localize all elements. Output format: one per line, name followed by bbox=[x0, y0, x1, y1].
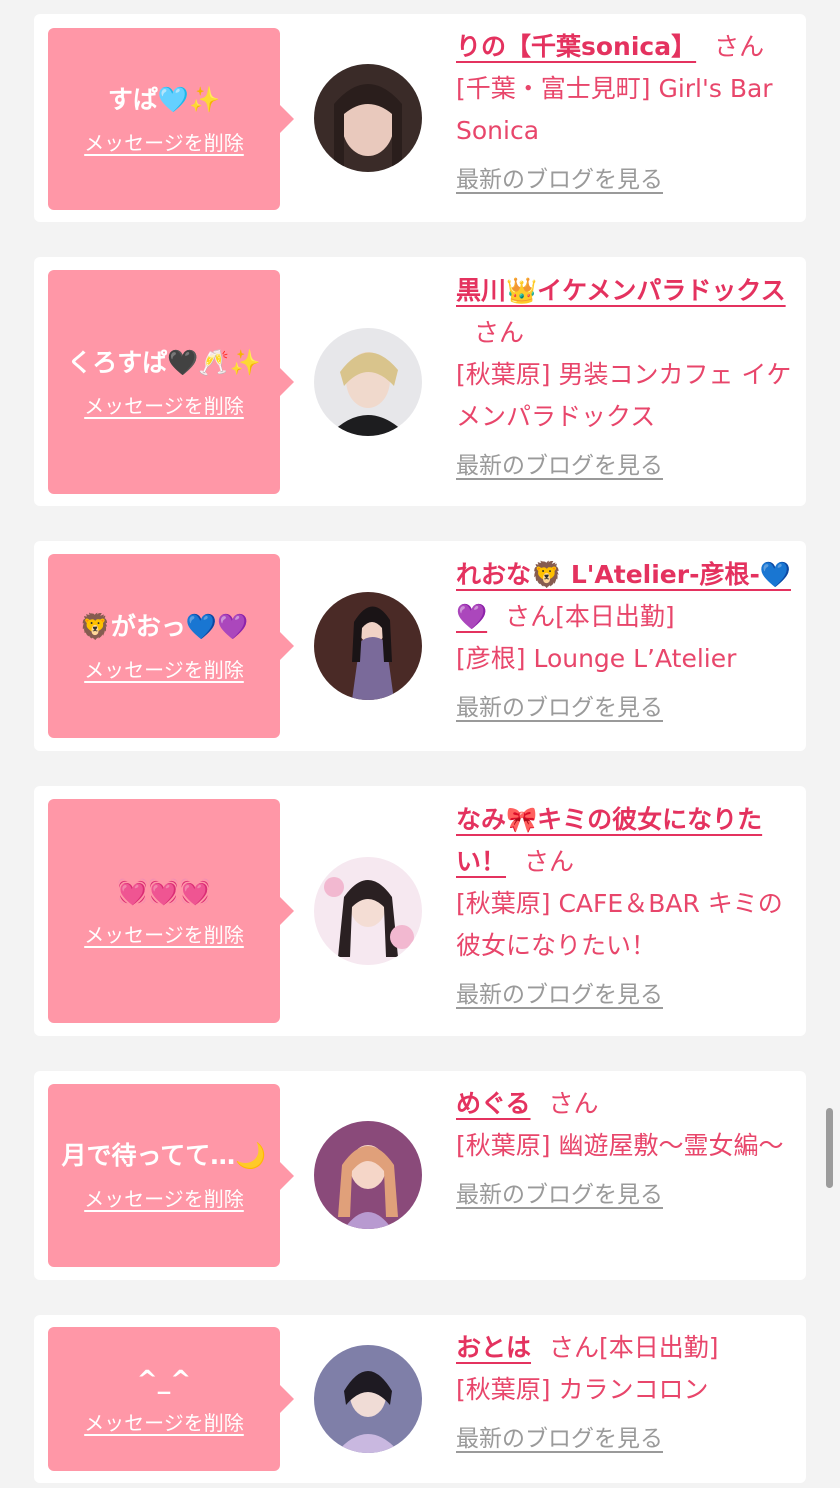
message-text: 月で待ってて…🌙 bbox=[61, 1141, 267, 1170]
status-badge: [本日出勤] bbox=[599, 1333, 719, 1362]
honorific: さん bbox=[548, 1089, 599, 1118]
name-line: 黒川👑イケメンパラドックスさん bbox=[456, 270, 794, 354]
shop-info: [秋葉原] CAFE＆BAR キミの彼女になりたい！ bbox=[456, 889, 783, 960]
blog-link[interactable]: 最新のブログを見る bbox=[456, 160, 663, 194]
cast-name-link[interactable]: 黒川👑イケメンパラドックス bbox=[456, 276, 786, 305]
message-bubble: くろすぱ🖤🥂✨ メッセージを削除 bbox=[48, 270, 294, 494]
avatar[interactable] bbox=[314, 328, 422, 436]
favorites-list: すぱ🩵✨ メッセージを削除 りの【千葉sonica】 さん [千葉・富士見町] G… bbox=[0, 0, 840, 1488]
favorite-card: すぱ🩵✨ メッセージを削除 りの【千葉sonica】 さん [千葉・富士見町] G… bbox=[34, 14, 806, 222]
scrollbar-thumb[interactable] bbox=[826, 1108, 833, 1188]
blog-link[interactable]: 最新のブログを見る bbox=[456, 688, 663, 722]
avatar[interactable] bbox=[314, 64, 422, 172]
cast-info: れおな🦁 L'Atelier-彦根-💙💜 さん[本日出勤] [彦根] Lounge… bbox=[456, 554, 794, 722]
cast-info: めぐる さん [秋葉原] 幽遊屋敷〜霊女編〜 最新のブログを見る bbox=[456, 1083, 794, 1209]
message-bubble: 月で待ってて…🌙 メッセージを削除 bbox=[48, 1084, 294, 1267]
name-line: なみ🎀キミの彼女になりたい！ さん bbox=[456, 799, 794, 883]
shop-info: [秋葉原] カランコロン bbox=[456, 1375, 709, 1404]
avatar[interactable] bbox=[314, 592, 422, 700]
avatar[interactable] bbox=[314, 1121, 422, 1229]
cast-info: なみ🎀キミの彼女になりたい！ さん [秋葉原] CAFE＆BAR キミの彼女になり… bbox=[456, 799, 794, 1009]
delete-message-link[interactable]: メッセージを削除 bbox=[84, 390, 244, 419]
delete-message-link[interactable]: メッセージを削除 bbox=[84, 127, 244, 156]
cast-info: りの【千葉sonica】 さん [千葉・富士見町] Girl's Bar Soni… bbox=[456, 26, 794, 194]
blog-link[interactable]: 最新のブログを見る bbox=[456, 1419, 663, 1453]
cast-info: 黒川👑イケメンパラドックスさん [秋葉原] 男装コンカフェ イケメンパラドックス… bbox=[456, 270, 794, 480]
message-text: ^_^ bbox=[136, 1364, 192, 1394]
shop-info: [彦根] Lounge L’Atelier bbox=[456, 644, 737, 673]
message-text: すぱ🩵✨ bbox=[107, 84, 221, 114]
status-badge: [本日出勤] bbox=[555, 602, 675, 631]
delete-message-link[interactable]: メッセージを削除 bbox=[84, 1183, 244, 1212]
favorite-card: 💓💓💓 メッセージを削除 なみ🎀キミの彼女になりたい！ さん [秋葉原] CAFE… bbox=[34, 786, 806, 1036]
message-bubble: 💓💓💓 メッセージを削除 bbox=[48, 799, 294, 1023]
honorific: さん bbox=[505, 602, 556, 631]
shop-info: [千葉・富士見町] Girl's Bar Sonica bbox=[456, 74, 773, 145]
blog-link[interactable]: 最新のブログを見る bbox=[456, 1175, 663, 1209]
cast-name-link[interactable]: りの【千葉sonica】 bbox=[456, 32, 696, 61]
avatar[interactable] bbox=[314, 1345, 422, 1453]
favorite-card: 月で待ってて…🌙 メッセージを削除 めぐる さん [秋葉原] 幽遊屋敷〜霊女編〜 … bbox=[34, 1071, 806, 1280]
message-text: 🦁がおっ💙💜 bbox=[79, 611, 249, 641]
favorite-card: くろすぱ🖤🥂✨ メッセージを削除 黒川👑イケメンパラドックスさん [秋葉原] 男… bbox=[34, 257, 806, 506]
message-bubble: ^_^ メッセージを削除 bbox=[48, 1327, 294, 1471]
shop-info: [秋葉原] 幽遊屋敷〜霊女編〜 bbox=[456, 1131, 784, 1160]
name-line: おとは さん[本日出勤] bbox=[456, 1327, 794, 1369]
cast-name-link[interactable]: おとは bbox=[456, 1333, 531, 1362]
shop-info: [秋葉原] 男装コンカフェ イケメンパラドックス bbox=[456, 360, 792, 431]
favorite-card: 🦁がおっ💙💜 メッセージを削除 れおな🦁 L'Atelier-彦根-💙💜 さん[本… bbox=[34, 541, 806, 751]
blog-link[interactable]: 最新のブログを見る bbox=[456, 446, 663, 480]
message-bubble: すぱ🩵✨ メッセージを削除 bbox=[48, 28, 294, 210]
delete-message-link[interactable]: メッセージを削除 bbox=[84, 654, 244, 683]
honorific: さん bbox=[474, 318, 525, 347]
cast-info: おとは さん[本日出勤] [秋葉原] カランコロン 最新のブログを見る bbox=[456, 1327, 794, 1453]
message-text: くろすぱ🖤🥂✨ bbox=[67, 347, 261, 377]
delete-message-link[interactable]: メッセージを削除 bbox=[84, 919, 244, 948]
message-text: 💓💓💓 bbox=[117, 876, 211, 906]
name-line: めぐる さん bbox=[456, 1083, 794, 1125]
honorific: さん bbox=[524, 847, 575, 876]
blog-link[interactable]: 最新のブログを見る bbox=[456, 975, 663, 1009]
name-line: りの【千葉sonica】 さん bbox=[456, 26, 794, 68]
delete-message-link[interactable]: メッセージを削除 bbox=[84, 1407, 244, 1436]
message-bubble: 🦁がおっ💙💜 メッセージを削除 bbox=[48, 554, 294, 738]
name-line: れおな🦁 L'Atelier-彦根-💙💜 さん[本日出勤] bbox=[456, 554, 794, 638]
favorite-card: ^_^ メッセージを削除 おとは さん[本日出勤] [秋葉原] カランコロン 最新… bbox=[34, 1315, 806, 1483]
cast-name-link[interactable]: めぐる bbox=[456, 1089, 531, 1118]
cast-name-link[interactable]: なみ🎀キミの彼女になりたい！ bbox=[456, 805, 762, 876]
honorific: さん bbox=[714, 32, 765, 61]
honorific: さん bbox=[549, 1333, 600, 1362]
avatar[interactable] bbox=[314, 857, 422, 965]
